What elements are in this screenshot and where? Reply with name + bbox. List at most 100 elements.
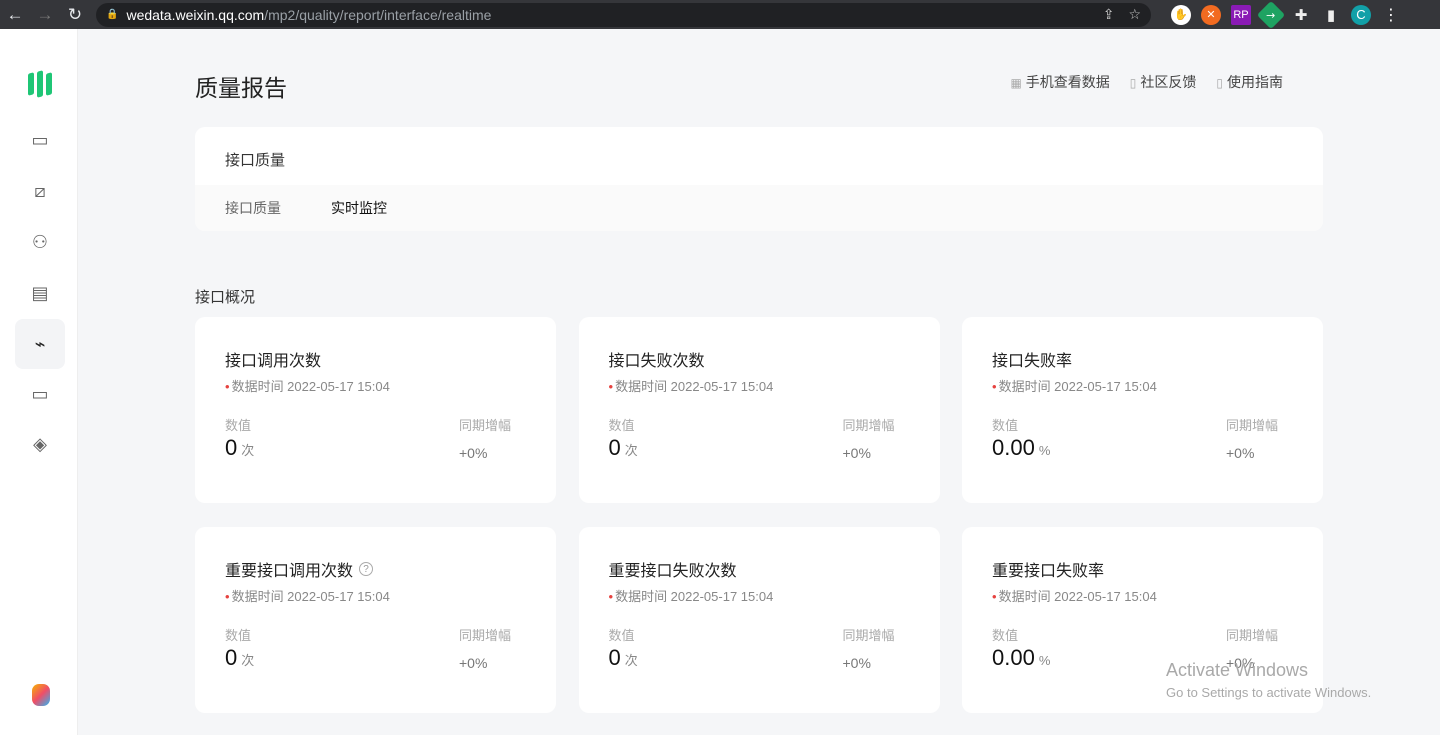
card-title: 接口调用次数 bbox=[225, 353, 322, 370]
card-title: 接口失败次数 bbox=[608, 353, 705, 370]
extensions-puzzle-icon[interactable]: ✚ bbox=[1291, 5, 1311, 25]
lock-icon: 🔒 bbox=[106, 9, 119, 20]
sidebar-item-reports[interactable]: ▤ bbox=[15, 268, 65, 318]
watermark-subtitle: Go to Settings to activate Windows. bbox=[1166, 685, 1372, 700]
card-title: 重要接口失败次数 bbox=[608, 563, 737, 580]
doc-icon: ▯ bbox=[1129, 76, 1137, 90]
data-time: 数据时间 2022-05-17 15:04 bbox=[231, 379, 390, 394]
realtime-monitor-icon: ⌁ bbox=[34, 333, 46, 354]
clipboard-icon: ▤ bbox=[31, 282, 49, 303]
users-icon: ⚇ bbox=[31, 231, 49, 252]
metric-unit: % bbox=[1038, 653, 1051, 668]
reload-icon[interactable]: ↻ bbox=[60, 5, 90, 25]
data-time: 数据时间 2022-05-17 15:04 bbox=[615, 589, 774, 604]
value-label: 数值 bbox=[992, 418, 1019, 433]
data-time: 数据时间 2022-05-17 15:04 bbox=[615, 379, 774, 394]
star-icon[interactable]: ☆ bbox=[1128, 6, 1141, 23]
sidebar-item-overview[interactable]: ▭ bbox=[15, 115, 65, 165]
profile-avatar[interactable]: C bbox=[1351, 4, 1371, 25]
metric-value: 0 bbox=[608, 645, 621, 670]
forward-icon[interactable]: → bbox=[30, 5, 60, 25]
quality-panel: 接口质量 接口质量 实时监控 bbox=[195, 127, 1323, 231]
sidebar: ▭ ⧄ ⚇ ▤ ⌁ ▭ ◈ bbox=[0, 29, 78, 735]
tab-realtime-monitor[interactable]: 实时监控 bbox=[331, 198, 387, 218]
side-panel-icon[interactable]: ▮ bbox=[1321, 5, 1341, 25]
windows-activation-watermark: Activate Windows Go to Settings to activ… bbox=[1166, 660, 1371, 700]
metric-card: 重要接口失败次数 • 数据时间 2022-05-17 15:04 数值 0次 同期… bbox=[578, 527, 940, 713]
watermark-title: Activate Windows bbox=[1166, 660, 1309, 680]
yoy-label: 同期增幅 bbox=[1226, 418, 1279, 433]
status-dot: • bbox=[225, 379, 230, 394]
data-time: 数据时间 2022-05-17 15:04 bbox=[998, 379, 1157, 394]
monitor-icon: ▭ bbox=[31, 129, 49, 150]
wedata-logo[interactable] bbox=[28, 70, 52, 98]
help-icon[interactable]: ? bbox=[359, 562, 374, 576]
adblock-extension-icon[interactable]: ✋ bbox=[1171, 4, 1191, 25]
metric-value: 0.00 bbox=[992, 645, 1035, 670]
sidebar-item-layers[interactable]: ◈ bbox=[15, 419, 65, 469]
value-label: 数值 bbox=[608, 628, 635, 643]
yoy-label: 同期增幅 bbox=[842, 418, 895, 433]
value-label: 数值 bbox=[225, 628, 252, 643]
status-dot: • bbox=[225, 589, 230, 604]
value-label: 数值 bbox=[992, 628, 1019, 643]
sidebar-item-quality[interactable]: ⌁ bbox=[15, 319, 65, 369]
url-path: /mp2/quality/report/interface/realtime bbox=[264, 6, 492, 23]
sidebar-item-files[interactable]: ▭ bbox=[15, 369, 65, 419]
mobile-view-link[interactable]: ▦ 手机查看数据 bbox=[1010, 72, 1109, 92]
sidebar-item-trends[interactable]: ⧄ bbox=[15, 166, 65, 216]
card-title: 接口失败率 bbox=[992, 353, 1073, 370]
status-dot: • bbox=[992, 589, 997, 604]
metric-value: 0.00 bbox=[992, 435, 1035, 460]
card-title: 重要接口调用次数 bbox=[225, 563, 354, 580]
yoy-label: 同期增幅 bbox=[842, 628, 895, 643]
tab-interface-quality[interactable]: 接口质量 bbox=[225, 198, 281, 218]
address-bar[interactable]: 🔒 wedata.weixin.qq.com/mp2/quality/repor… bbox=[96, 2, 1151, 27]
yoy-label: 同期增幅 bbox=[459, 628, 512, 643]
link-label: 使用指南 bbox=[1227, 74, 1283, 90]
extension-green-icon[interactable]: ↗ bbox=[1256, 0, 1286, 29]
yoy-value: +0% bbox=[459, 445, 488, 461]
rp-extension-icon[interactable]: RP bbox=[1231, 4, 1251, 25]
page-title: 质量报告 bbox=[195, 75, 287, 101]
sidebar-item-users[interactable]: ⚇ bbox=[15, 217, 65, 267]
metric-card: 接口调用次数 • 数据时间 2022-05-17 15:04 数值 0次 同期增幅… bbox=[195, 317, 556, 503]
status-dot: • bbox=[992, 379, 997, 394]
yoy-label: 同期增幅 bbox=[459, 418, 512, 433]
yoy-value: +0% bbox=[1226, 445, 1255, 461]
metric-unit: 次 bbox=[241, 653, 255, 668]
status-dot: • bbox=[608, 379, 614, 394]
metric-unit: % bbox=[1038, 443, 1051, 458]
card-title: 重要接口失败率 bbox=[992, 563, 1105, 580]
bottom-app-logo[interactable] bbox=[32, 684, 50, 706]
metric-value: 0 bbox=[608, 435, 621, 460]
yoy-value: +0% bbox=[842, 655, 871, 671]
metric-unit: 次 bbox=[624, 443, 638, 458]
metric-card: 重要接口调用次数? • 数据时间 2022-05-17 15:04 数值 0次 同… bbox=[195, 527, 556, 713]
section-title: 接口概况 bbox=[195, 289, 256, 306]
link-label: 社区反馈 bbox=[1140, 74, 1197, 90]
yoy-value: +0% bbox=[842, 445, 871, 461]
share-icon[interactable]: ⇪ bbox=[1103, 6, 1115, 23]
qrcode-icon: ▦ bbox=[1010, 76, 1022, 90]
value-label: 数值 bbox=[225, 418, 252, 433]
link-label: 手机查看数据 bbox=[1025, 74, 1110, 90]
metric-card: 接口失败率 • 数据时间 2022-05-17 15:04 数值 0.00% 同期… bbox=[962, 317, 1323, 503]
status-dot: • bbox=[608, 589, 614, 604]
menu-kebab-icon[interactable]: ⋮ bbox=[1381, 5, 1401, 25]
layers-icon: ◈ bbox=[33, 433, 47, 454]
back-icon[interactable]: ← bbox=[0, 5, 30, 25]
doc-icon: ▯ bbox=[1216, 76, 1223, 90]
guide-link[interactable]: ▯ 使用指南 bbox=[1216, 72, 1283, 92]
metric-card: 接口失败次数 • 数据时间 2022-05-17 15:04 数值 0次 同期增幅… bbox=[578, 317, 940, 503]
data-time: 数据时间 2022-05-17 15:04 bbox=[998, 589, 1157, 604]
metric-value: 0 bbox=[225, 435, 238, 460]
value-label: 数值 bbox=[608, 418, 635, 433]
metric-unit: 次 bbox=[624, 653, 638, 668]
yoy-value: +0% bbox=[459, 655, 488, 671]
extension-orange-icon[interactable]: ✕ bbox=[1201, 4, 1221, 25]
panel-title: 接口质量 bbox=[225, 152, 286, 169]
url-host: wedata.weixin.qq.com bbox=[126, 6, 265, 23]
chart-icon: ⧄ bbox=[34, 180, 46, 201]
feedback-link[interactable]: ▯ 社区反馈 bbox=[1130, 72, 1197, 92]
